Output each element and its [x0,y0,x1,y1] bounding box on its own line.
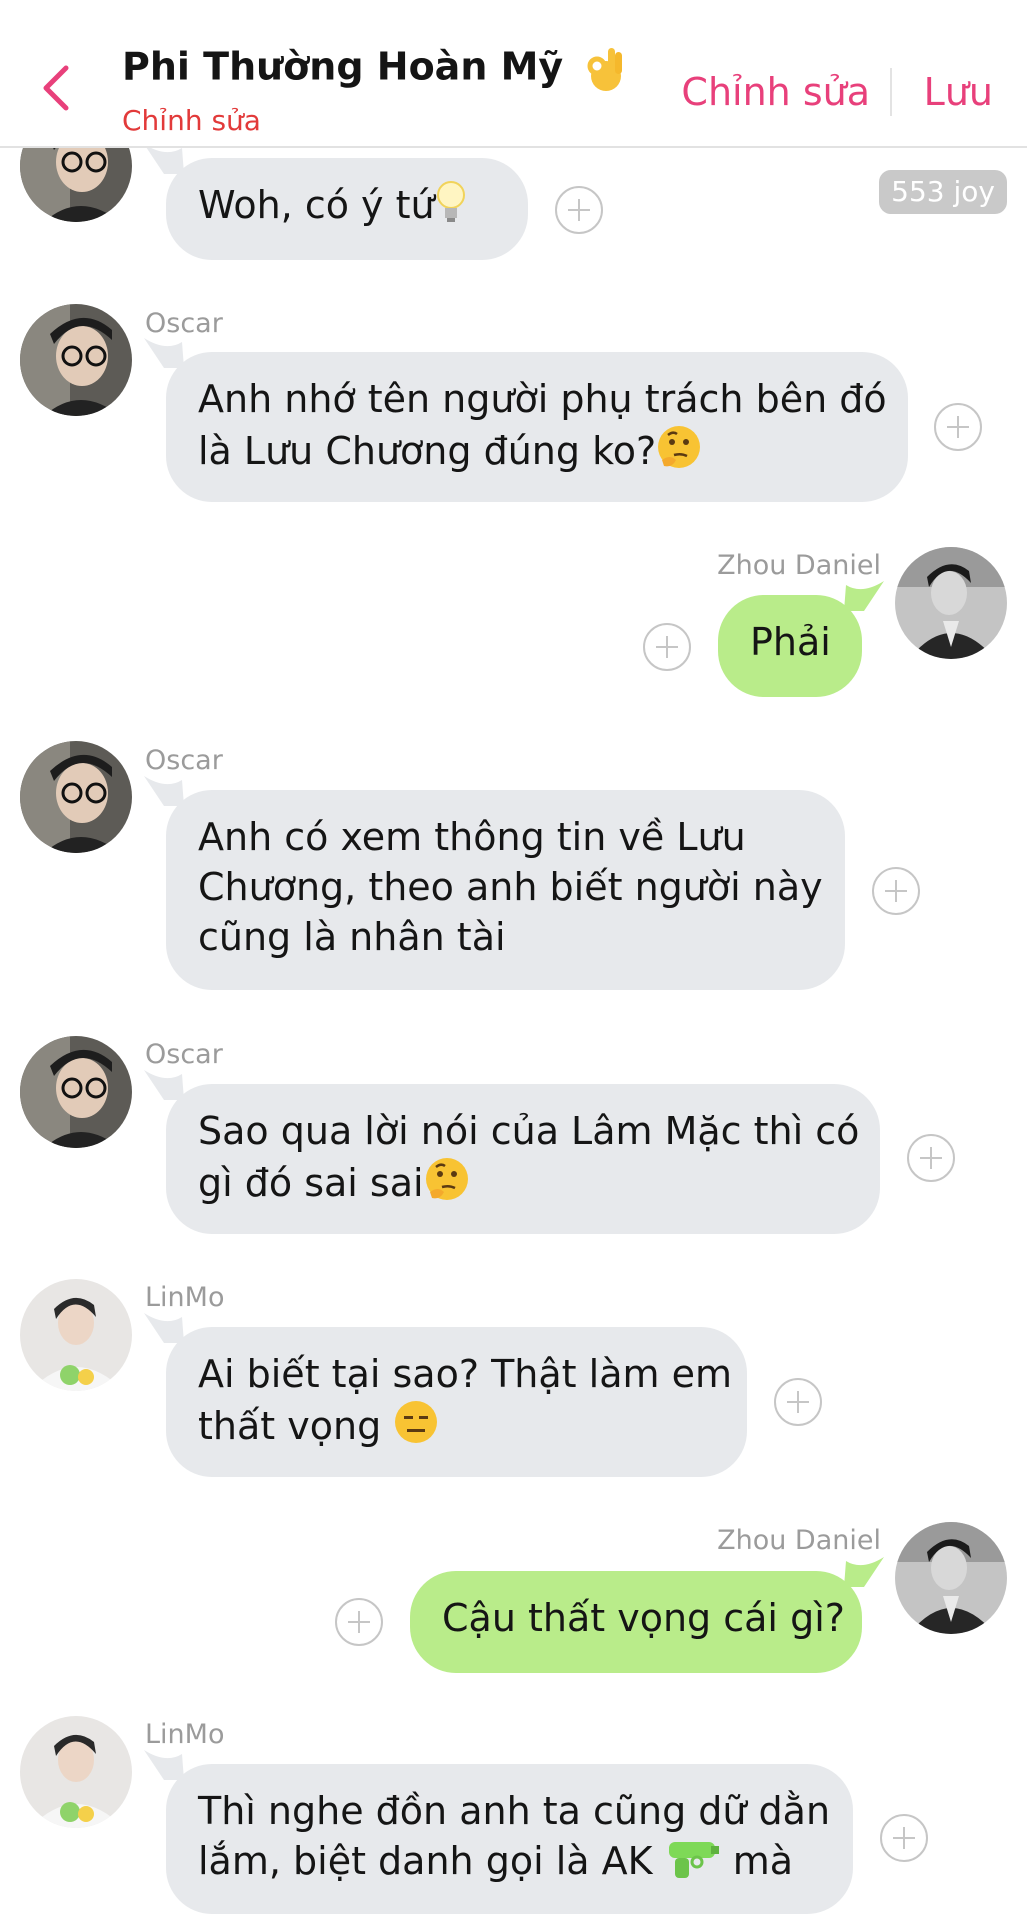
avatar-linmo[interactable] [20,1279,132,1391]
joy-badge: 553 joy [879,170,1007,214]
water-pistol-icon [668,1842,719,1878]
save-button[interactable]: Lưu [924,70,993,114]
bubble-tail [144,338,184,368]
chat-subtitle[interactable]: Chỉnh sửa [122,104,261,137]
light-bulb-icon [436,181,465,222]
sender-name: Oscar [145,745,223,776]
react-plus-button[interactable] [880,1814,928,1862]
avatar-oscar[interactable] [20,304,132,416]
sender-name: Oscar [145,1039,223,1070]
chat-title: Phi Thường Hoàn Mỹ [122,44,628,94]
avatar-oscar[interactable] [20,1036,132,1148]
message-line: Anh có xem thông tin về Lưu [198,815,746,859]
message-line: lắm, biệt danh gọi là AK mà [198,1836,821,1886]
message-line: Cậu thất vọng cái gì? [442,1596,845,1640]
react-plus-button[interactable] [907,1134,955,1182]
bubble-tail [144,1070,184,1100]
message-line: là Lưu Chương đúng ko? [198,424,876,476]
avatar-zhou-daniel[interactable] [895,547,1007,659]
sender-name: LinMo [145,1282,225,1313]
message-line: Anh nhớ tên người phụ trách bên đó [198,377,887,421]
ok-hand-icon [587,48,623,91]
avatar-zhou-daniel[interactable] [895,1522,1007,1634]
chat-header: Phi Thường Hoàn Mỹ Chỉnh sửa Chỉnh sửa L… [0,0,1027,148]
back-chevron-icon[interactable] [36,62,74,114]
sender-name: Oscar [145,308,223,339]
sender-name: Zhou Daniel [717,1525,881,1556]
message-bubble[interactable]: Anh nhớ tên người phụ trách bên đó là Lư… [144,338,908,502]
message-line: Thì nghe đồn anh ta cũng dữ dằn [198,1789,831,1833]
message-bubble[interactable]: Phải [718,581,884,697]
message-bubble[interactable]: Sao qua lời nói của Lâm Mặc thì có gì đó… [144,1070,880,1234]
sender-name: LinMo [145,1719,225,1750]
bubble-tail [144,1313,184,1343]
message-bubble[interactable]: Woh, có ý tứ [144,144,528,260]
bubble-tail [144,1750,184,1780]
react-plus-button[interactable] [872,867,920,915]
react-plus-button[interactable] [643,623,691,671]
bubble-tail [844,581,884,611]
message-line: thất vọng [198,1399,715,1451]
react-plus-button[interactable] [934,403,982,451]
avatar-oscar[interactable] [20,741,132,853]
sender-name: Zhou Daniel [717,550,881,581]
message-line: Sao qua lời nói của Lâm Mặc thì có [198,1109,860,1153]
message-line: Ai biết tại sao? Thật làm em [198,1352,732,1396]
react-plus-button[interactable] [774,1378,822,1426]
message-bubble[interactable]: Cậu thất vọng cái gì? [410,1557,884,1673]
react-plus-button[interactable] [555,186,603,234]
message-line: cũng là nhân tài [198,915,506,959]
thinking-face-icon [658,426,701,468]
header-divider [890,68,892,116]
message-line: gì đó sai sai [198,1156,848,1208]
message-line: Chương, theo anh biết người này [198,865,823,909]
message-bubble[interactable]: Anh có xem thông tin về Lưu Chương, theo… [144,776,845,990]
thinking-face-icon [425,1158,468,1200]
expressionless-face-icon [395,1401,438,1443]
bubble-tail [144,144,184,174]
edit-button[interactable]: Chỉnh sửa [681,70,870,114]
react-plus-button[interactable] [335,1598,383,1646]
message-bubble[interactable]: Thì nghe đồn anh ta cũng dữ dằn lắm, biệ… [144,1750,853,1914]
bubble-tail [844,1557,884,1587]
chat-title-text: Phi Thường Hoàn Mỹ [122,44,564,89]
bubble-tail [144,776,184,806]
message-text: Woh, có ý tứ [198,180,496,230]
avatar-linmo[interactable] [20,1716,132,1828]
message-bubble[interactable]: Ai biết tại sao? Thật làm em thất vọng [144,1313,747,1477]
message-line: Phải [750,620,831,664]
